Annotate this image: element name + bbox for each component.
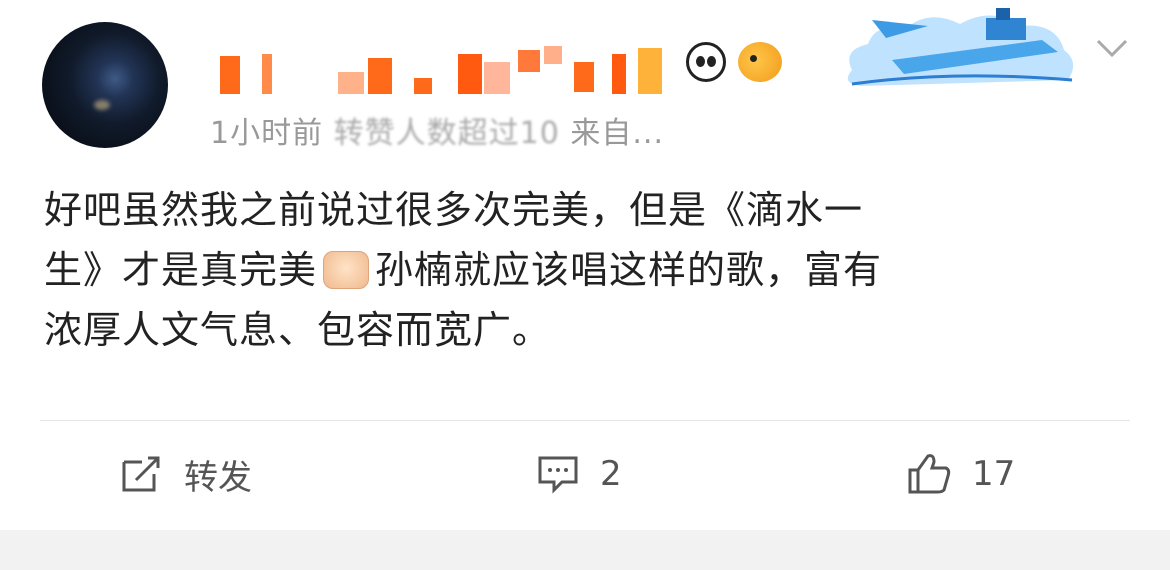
- panda-emoji: [686, 42, 726, 82]
- content-line: 好吧虽然我之前说过很多次完美，但是《滴水一: [44, 188, 864, 232]
- user-avatar[interactable]: [42, 22, 168, 148]
- post-meta: 1小时前 转赞人数超过10 来自...: [210, 108, 664, 152]
- share-icon: [122, 456, 160, 492]
- repost-threshold-note: 转赞人数超过10: [333, 116, 560, 151]
- fist-emoji: [323, 251, 370, 289]
- content-fragment: 孙楠就应该唱这样的歌，富有: [375, 248, 883, 292]
- content-line: 生》才是真完美 孙楠就应该唱这样的歌，富有: [44, 240, 1134, 300]
- thumbs-up-icon: [908, 454, 951, 494]
- like-button[interactable]: 17: [906, 446, 1015, 502]
- repost-label: 转发: [184, 457, 252, 498]
- post-source[interactable]: 来自...: [570, 116, 664, 151]
- divider: [40, 420, 1130, 421]
- post-timestamp: 1小时前: [210, 116, 324, 151]
- fish-emoji: [738, 42, 782, 82]
- username-obscured[interactable]: [218, 40, 678, 96]
- content-line: 浓厚人文气息、包容而宽广。: [44, 308, 552, 352]
- post-content: 好吧虽然我之前说过很多次完美，但是《滴水一 生》才是真完美 孙楠就应该唱这样的歌，…: [44, 180, 1134, 360]
- comment-icon: [538, 456, 578, 494]
- card-decoration: [847, 8, 1074, 86]
- chevron-down-icon[interactable]: [1092, 34, 1132, 70]
- bottom-separator: [0, 530, 1170, 570]
- repost-button[interactable]: 转发: [120, 446, 252, 502]
- content-fragment: 生》才是真完美: [44, 248, 318, 292]
- comment-count: 2: [600, 454, 622, 494]
- comment-button[interactable]: 2: [536, 446, 622, 502]
- like-count: 17: [972, 454, 1016, 494]
